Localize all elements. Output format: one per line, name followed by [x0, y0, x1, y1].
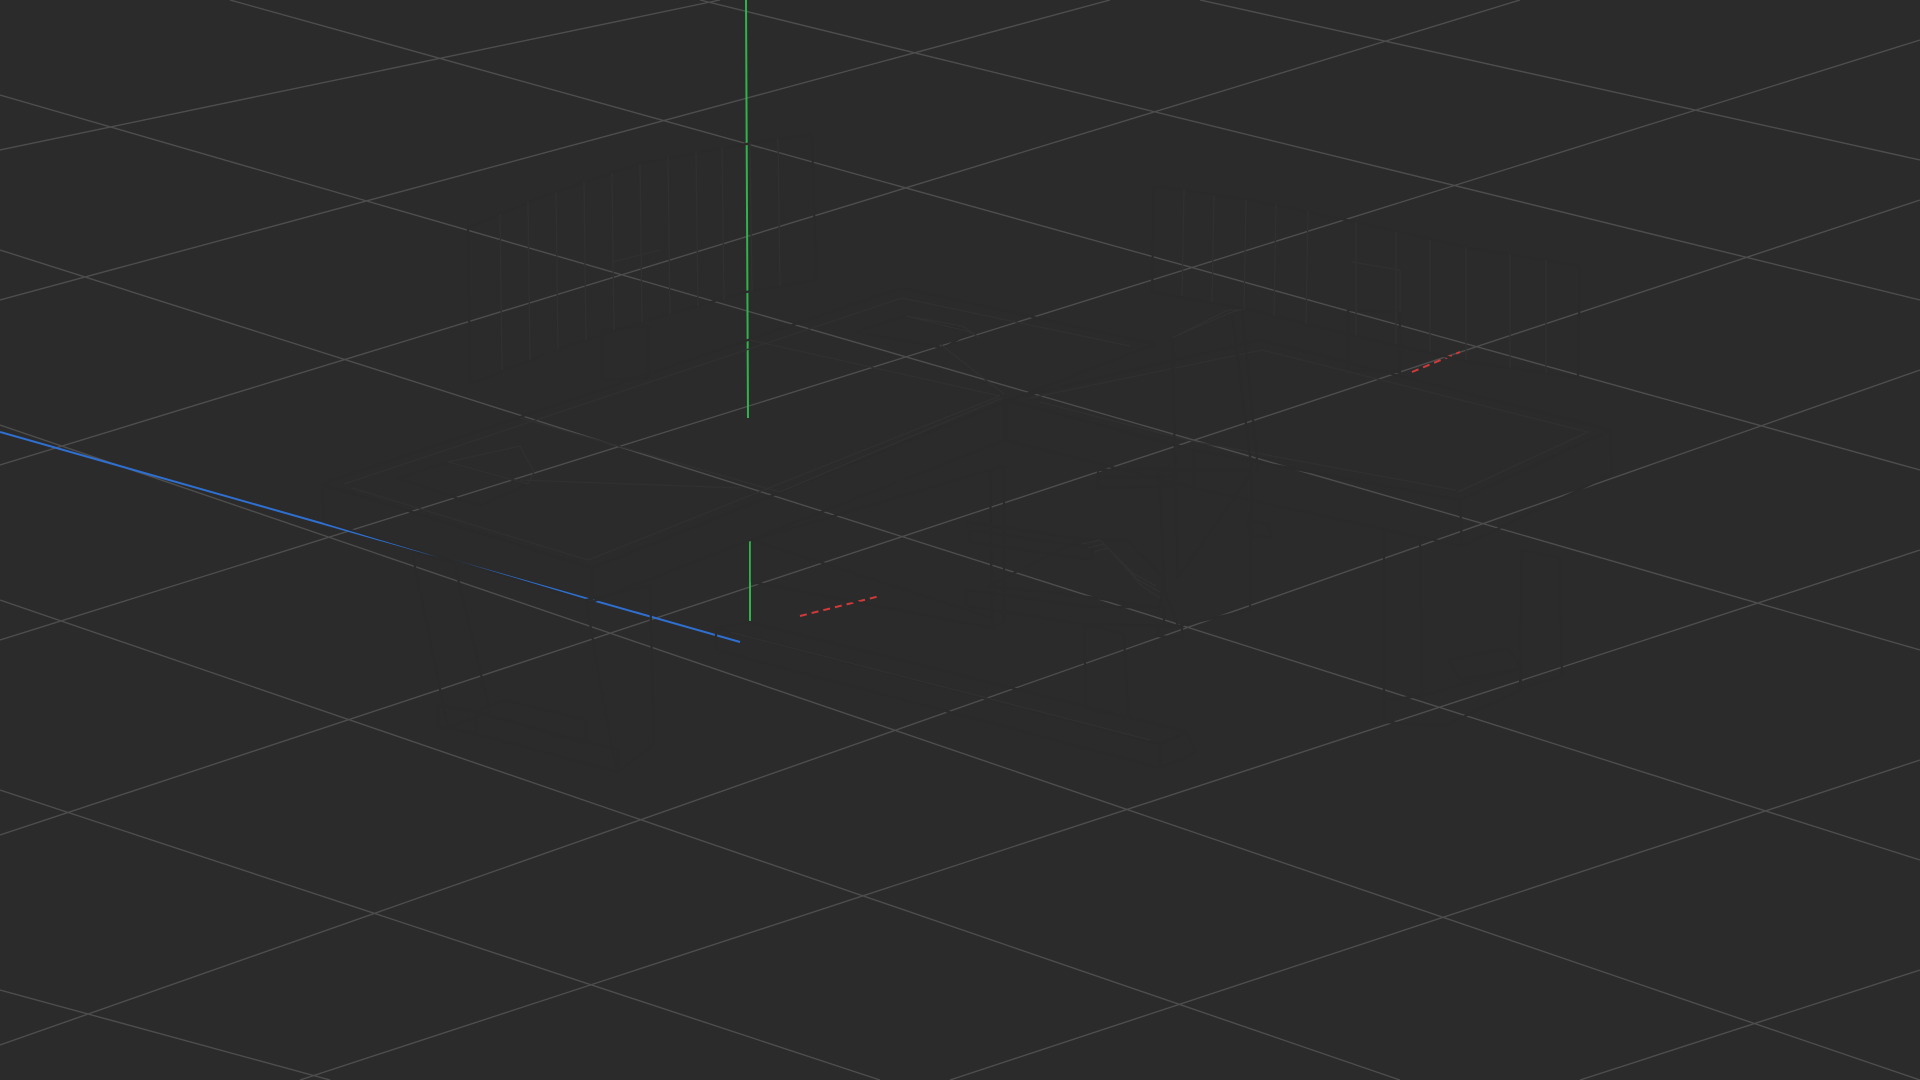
display-panel-left[interactable] [466, 132, 818, 386]
desk-left-rim [343, 297, 1131, 561]
rail-end [1158, 730, 1198, 770]
desk-right-leg-base [1382, 666, 1524, 728]
grid-line [699, 0, 1920, 301]
desk-left-panel-near [396, 460, 530, 508]
desk-left-leg-base [474, 710, 620, 774]
world-axes [0, 0, 1461, 643]
desk-left-leg-mid [1082, 622, 1130, 720]
chair-foot [1156, 624, 1184, 640]
chair-armrest-left-under [968, 528, 1094, 562]
chair-back-side [1230, 308, 1260, 474]
console-chair[interactable] [964, 308, 1274, 640]
viewport-canvas[interactable] [0, 0, 1920, 1080]
panel-right-face [1150, 184, 1582, 380]
desk-left-top [320, 286, 1157, 570]
grid-line [0, 0, 1521, 466]
grid-line [1199, 0, 1920, 161]
grid-line [0, 989, 331, 1080]
console-desk-left[interactable] [320, 286, 1157, 774]
grid-line [949, 759, 1920, 1080]
display-panel-right[interactable] [1150, 184, 1582, 380]
z-axis-line [0, 431, 741, 643]
desk-right-leg-brace [1446, 646, 1524, 682]
grid-line [0, 789, 881, 1080]
grid-line [1579, 969, 1920, 1080]
desk-left-side-face [590, 400, 1007, 604]
chair-seat [986, 538, 1166, 610]
panel-left-stand [600, 324, 650, 382]
console-desk-right[interactable] [1004, 338, 1614, 728]
desk-left-panel-far-right [905, 315, 981, 339]
grid-line [0, 39, 1920, 641]
grid-line [0, 249, 1920, 861]
desk-right-top [1004, 338, 1612, 502]
grid-line [0, 599, 1401, 1080]
desk-right-leg-inner [1382, 528, 1424, 702]
grid-line [0, 424, 1920, 1080]
grid-line [0, 369, 1920, 1046]
3d-viewport[interactable] [0, 0, 1920, 1080]
y-axis-line [745, 0, 749, 419]
desk-right-end-face [1458, 428, 1614, 548]
panel-left-segments [499, 137, 781, 371]
chair-seat-hinge [1081, 539, 1161, 599]
chair-seat-front [964, 588, 1166, 628]
panel-left-face [466, 132, 818, 386]
rail-front [714, 626, 1162, 770]
rail-top [714, 620, 1188, 746]
ground-grid [0, 0, 1920, 1080]
desk-left-panel-near-right [447, 445, 535, 485]
desk-right-leg-outer [1518, 548, 1564, 690]
grid-line [0, 199, 1920, 836]
grid-line [0, 0, 721, 151]
desk-left-front-face [320, 482, 594, 604]
desk-left-panel-far [854, 314, 972, 350]
grid-line [0, 94, 1920, 651]
